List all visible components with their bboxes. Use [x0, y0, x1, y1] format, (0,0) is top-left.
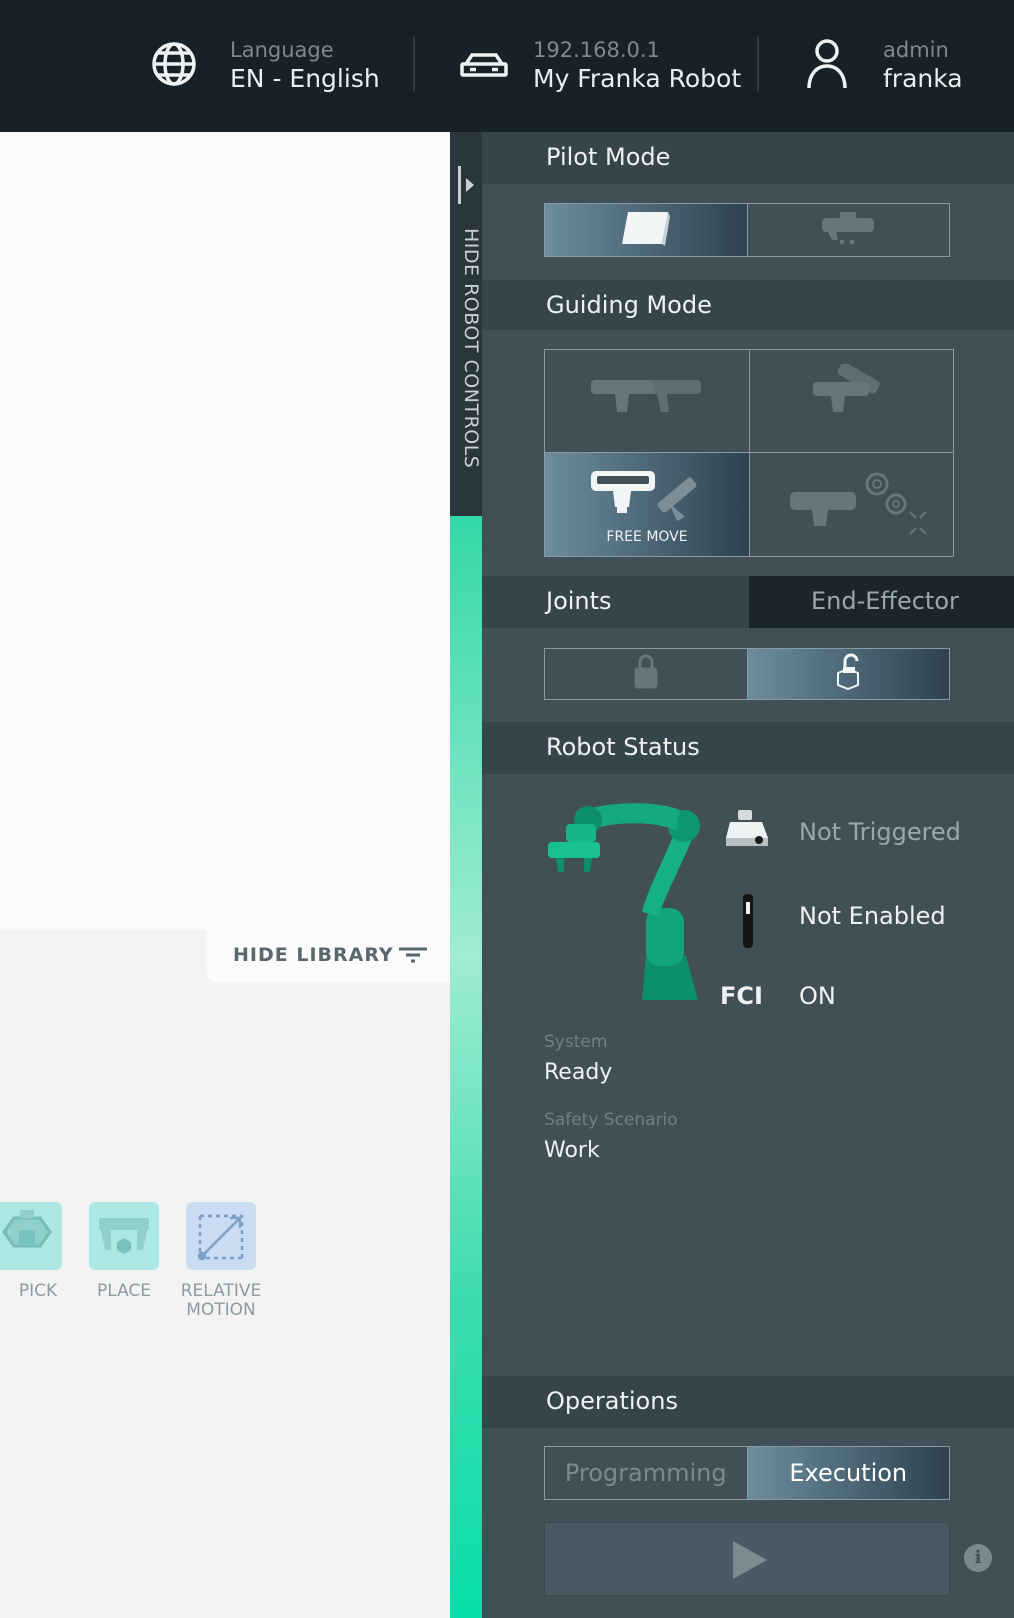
- play-button[interactable]: [544, 1522, 950, 1596]
- lock-open-icon: [833, 653, 863, 695]
- top-bar: Language EN - English 192.168.0.1 My Fra…: [0, 0, 1014, 132]
- robot-selector[interactable]: 192.168.0.1 My Franka Robot: [460, 34, 750, 98]
- pilot-mode-option-grip[interactable]: [746, 204, 950, 256]
- robot-ip: 192.168.0.1: [533, 38, 660, 62]
- fci-status: ON: [799, 982, 836, 1010]
- library-item-label: PLACE: [96, 1281, 152, 1301]
- free-move-label: FREE MOVE: [606, 529, 688, 545]
- place-gripper-icon: [89, 1202, 159, 1270]
- pilot-mode-selector: [544, 203, 950, 257]
- hide-library-button[interactable]: HIDE LIBRARY: [206, 930, 450, 982]
- user-menu[interactable]: admin franka: [806, 34, 986, 98]
- lock-option-closed[interactable]: [545, 649, 747, 699]
- robot-status-header: Robot Status: [482, 722, 1014, 774]
- robot-controls-accent: [450, 516, 482, 1618]
- robot-controller-icon: [460, 52, 508, 84]
- hide-robot-controls-label: HIDE ROBOT CONTROLS: [460, 228, 482, 469]
- guiding-option-user-defined[interactable]: [749, 452, 953, 556]
- joint-lock-selector: [544, 648, 950, 700]
- filter-icon: [398, 946, 428, 969]
- safety-scenario-value: Work: [544, 1138, 600, 1163]
- language-value: EN - English: [230, 64, 380, 93]
- library-item-pick[interactable]: PICK: [0, 1202, 62, 1301]
- guiding-option-rotation[interactable]: [749, 350, 953, 452]
- divider: [757, 36, 759, 92]
- tab-end-effector[interactable]: End-Effector: [749, 576, 1014, 628]
- library-item-place[interactable]: PLACE: [89, 1202, 159, 1301]
- globe-icon: [150, 40, 198, 92]
- tab-joints[interactable]: Joints: [482, 576, 749, 628]
- lock-closed-icon: [631, 653, 661, 695]
- execution-mode-button[interactable]: Execution: [746, 1447, 949, 1499]
- translation-mode-icon: [587, 374, 707, 428]
- user-icon: [806, 38, 848, 94]
- guiding-option-translation[interactable]: [545, 350, 749, 452]
- hide-library-label: HIDE LIBRARY: [233, 944, 394, 966]
- external-activation-status: Not Triggered: [799, 818, 961, 846]
- language-selector[interactable]: Language EN - English: [150, 34, 380, 98]
- user-role: admin: [883, 38, 949, 62]
- enabling-device-icon: [740, 892, 756, 954]
- safety-scenario-label: Safety Scenario: [544, 1110, 678, 1130]
- user-defined-mode-icon: [772, 468, 932, 542]
- lock-option-open[interactable]: [746, 649, 949, 699]
- guiding-mode-header: Guiding Mode: [482, 280, 1014, 330]
- library-item-label: RELATIVE MOTION: [180, 1281, 262, 1320]
- play-icon: [729, 1539, 769, 1585]
- operations-header: Operations: [482, 1376, 1014, 1428]
- info-icon[interactable]: i: [964, 1544, 992, 1572]
- robot-name: My Franka Robot: [533, 64, 742, 93]
- programming-mode-button[interactable]: Programming: [545, 1447, 747, 1499]
- language-label: Language: [230, 38, 334, 62]
- pilot-grip-icon: [818, 208, 878, 252]
- divider: [413, 36, 415, 92]
- system-label: System: [544, 1032, 608, 1052]
- relative-motion-icon: [186, 1202, 256, 1270]
- frame-tabs: Joints End-Effector: [482, 576, 1014, 628]
- enabling-device-status: Not Enabled: [799, 902, 946, 930]
- tablet-icon: [616, 208, 676, 252]
- free-move-icon: [585, 467, 715, 531]
- fci-label: FCI: [720, 982, 763, 1010]
- user-name: franka: [883, 64, 963, 93]
- pilot-mode-option-tablet[interactable]: [545, 204, 747, 256]
- guiding-mode-selector: FREE MOVE: [544, 349, 954, 557]
- system-status: Ready: [544, 1060, 613, 1085]
- library-item-relative-motion[interactable]: RELATIVE MOTION: [181, 1202, 261, 1320]
- timeline-canvas[interactable]: [0, 132, 450, 930]
- pilot-mode-header: Pilot Mode: [482, 132, 1014, 184]
- expand-arrow-icon: [458, 166, 478, 210]
- operations-mode-selector: Programming Execution: [544, 1446, 950, 1500]
- guiding-option-free-move[interactable]: FREE MOVE: [545, 452, 749, 556]
- library-item-label: PICK: [18, 1281, 58, 1301]
- robot-arm-icon: [546, 796, 716, 1010]
- pick-gripper-icon: [0, 1202, 62, 1270]
- external-activation-device-icon: [724, 808, 770, 856]
- rotation-mode-icon: [807, 362, 897, 438]
